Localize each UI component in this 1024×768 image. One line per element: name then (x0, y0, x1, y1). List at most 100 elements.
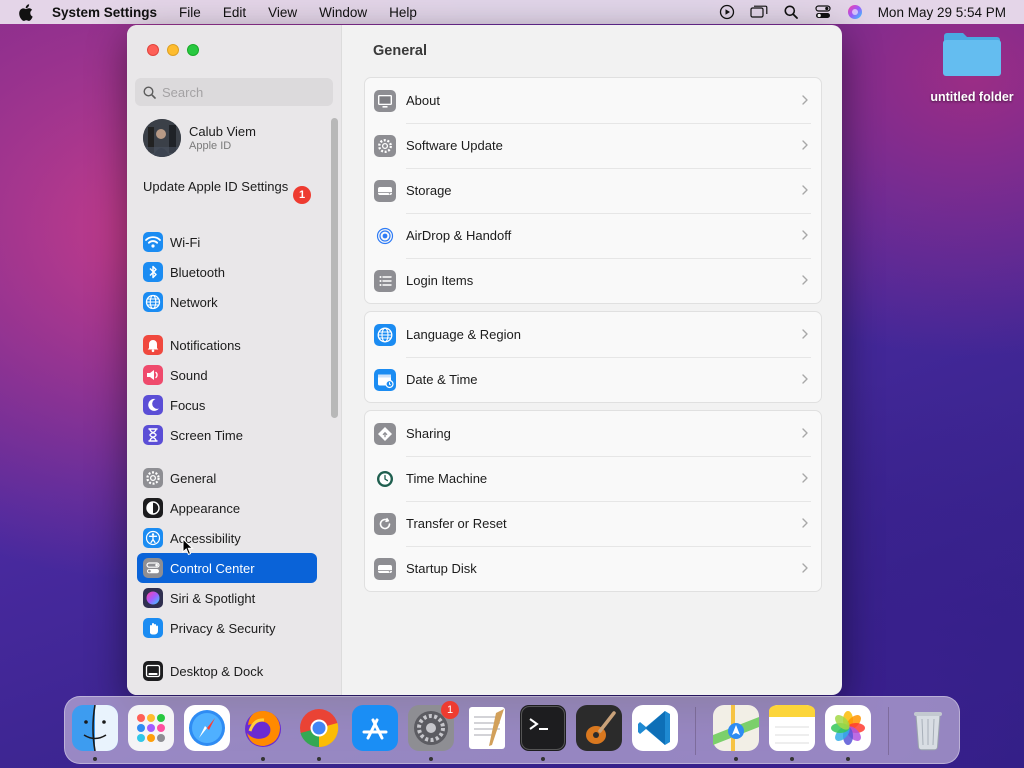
sidebar-item-bluetooth[interactable]: Bluetooth (137, 257, 317, 287)
menu-app-name[interactable]: System Settings (52, 5, 157, 20)
settings-row-date-time[interactable]: Date & Time (365, 357, 821, 402)
dock-launchpad-app[interactable] (128, 705, 174, 751)
dock-firefox-app[interactable] (240, 705, 286, 751)
menu-edit[interactable]: Edit (223, 5, 246, 20)
sidebar-item-control-center[interactable]: Control Center (137, 553, 317, 583)
sidebar-item-label: Wi-Fi (170, 234, 201, 250)
search-input[interactable] (162, 84, 322, 100)
drive-icon (374, 179, 396, 202)
sidebar-item-notifications[interactable]: Notifications (137, 330, 317, 360)
apple-id-profile[interactable]: Calub Viem Apple ID (143, 119, 256, 157)
dock-terminal-app[interactable] (520, 705, 566, 751)
apple-menu-icon[interactable] (18, 3, 36, 21)
running-indicator (846, 757, 850, 761)
sidebar-item-screen-time[interactable]: Screen Time (137, 420, 317, 450)
settings-row-startup-disk[interactable]: Startup Disk (365, 546, 821, 591)
dock-safari-app[interactable] (184, 705, 230, 751)
play-icon[interactable] (718, 3, 736, 21)
chevron-right-icon (801, 562, 809, 574)
sidebar-item-desktop-dock[interactable]: Desktop & Dock (137, 656, 317, 686)
settings-row-label: AirDrop & Handoff (406, 228, 512, 243)
settings-row-label: Startup Disk (406, 561, 477, 576)
calendar-clock-icon (374, 368, 396, 391)
search-icon (143, 85, 156, 99)
launchpad-icon (128, 705, 174, 751)
safari-icon (184, 705, 230, 751)
settings-row-label: Software Update (406, 138, 503, 153)
search-box[interactable] (135, 78, 333, 106)
maps-icon (713, 705, 759, 751)
settings-row-label: Storage (406, 183, 452, 198)
running-indicator (734, 757, 738, 761)
moon-icon (143, 395, 163, 415)
settings-row-transfer-or-reset[interactable]: Transfer or Reset (365, 501, 821, 546)
settings-row-about[interactable]: About (365, 78, 821, 123)
sidebar-item-label: Bluetooth (170, 264, 225, 280)
sidebar-item-siri-spotlight[interactable]: Siri & Spotlight (137, 583, 317, 613)
settings-row-label: Login Items (406, 273, 474, 288)
menu-file[interactable]: File (179, 5, 201, 20)
close-window-button[interactable] (147, 44, 159, 56)
settings-row-time-machine[interactable]: Time Machine (365, 456, 821, 501)
minimize-window-button[interactable] (167, 44, 179, 56)
wifi-icon (143, 232, 163, 252)
sidebar-item-accessibility[interactable]: Accessibility (137, 523, 317, 553)
dock-maps-app[interactable] (713, 705, 759, 751)
settings-row-storage[interactable]: Storage (365, 168, 821, 213)
sidebar-item-label: Screen Time (170, 427, 243, 443)
dock-chrome-app[interactable] (296, 705, 342, 751)
menu-view[interactable]: View (268, 5, 297, 20)
dock-trash-app[interactable] (905, 705, 951, 751)
sidebar-item-wi-fi[interactable]: Wi-Fi (137, 227, 317, 257)
sidebar-item-network[interactable]: Network (137, 287, 317, 317)
settings-row-software-update[interactable]: Software Update (365, 123, 821, 168)
siri-icon[interactable] (846, 3, 864, 21)
dock-notes-app[interactable] (769, 705, 815, 751)
chevron-right-icon (801, 184, 809, 196)
chevron-right-icon (801, 373, 809, 385)
settings-row-sharing[interactable]: Sharing (365, 411, 821, 456)
sidebar-item-general[interactable]: General (137, 463, 317, 493)
sidebar-item-focus[interactable]: Focus (137, 390, 317, 420)
hand-icon (143, 618, 163, 638)
settings-row-label: Time Machine (406, 471, 488, 486)
hourglass-icon (143, 425, 163, 445)
settings-group-1: About Software Update Storage AirDrop & Han… (364, 77, 822, 304)
sidebar-item-label: Network (170, 294, 218, 310)
settings-row-label: Sharing (406, 426, 451, 441)
sidebar-item-label: Accessibility (170, 530, 241, 546)
menu-window[interactable]: Window (319, 5, 367, 20)
dock-vscode-app[interactable] (632, 705, 678, 751)
sidebar-item-sound[interactable]: Sound (137, 360, 317, 390)
sidebar-item-privacy-security[interactable]: Privacy & Security (137, 613, 317, 643)
menubar-clock[interactable]: Mon May 29 5:54 PM (878, 5, 1006, 20)
sidebar-item-label: Sound (170, 367, 208, 383)
bell-icon (143, 335, 163, 355)
control-center-icon (143, 558, 163, 578)
sidebar-item-label: Appearance (170, 500, 241, 516)
windows-icon[interactable] (750, 3, 768, 21)
desktop-folder[interactable]: untitled folder (926, 30, 1018, 104)
sharing-icon (374, 422, 396, 445)
dock-badge: 1 (441, 701, 459, 719)
settings-group-2: Language & Region Date & Time (364, 311, 822, 403)
time-machine-icon (374, 467, 396, 490)
spotlight-search-icon[interactable] (782, 3, 800, 21)
menu-help[interactable]: Help (389, 5, 417, 20)
settings-row-airdrop-handoff[interactable]: AirDrop & Handoff (365, 213, 821, 258)
zoom-window-button[interactable] (187, 44, 199, 56)
update-apple-id-settings[interactable]: Update Apple ID Settings (143, 179, 313, 195)
dock-finder-app[interactable] (72, 705, 118, 751)
dock-garageband-app[interactable] (576, 705, 622, 751)
dock-textedit-app[interactable] (464, 705, 510, 751)
settings-row-login-items[interactable]: Login Items (365, 258, 821, 303)
chevron-right-icon (801, 94, 809, 106)
dock-app-store-app[interactable] (352, 705, 398, 751)
sidebar-scrollbar[interactable] (331, 118, 338, 418)
settings-row-language-region[interactable]: Language & Region (365, 312, 821, 357)
control-center-icon[interactable] (814, 3, 832, 21)
window-controls (147, 44, 199, 56)
dock-photos-app[interactable] (825, 705, 871, 751)
sidebar-item-appearance[interactable]: Appearance (137, 493, 317, 523)
avatar (143, 119, 181, 157)
